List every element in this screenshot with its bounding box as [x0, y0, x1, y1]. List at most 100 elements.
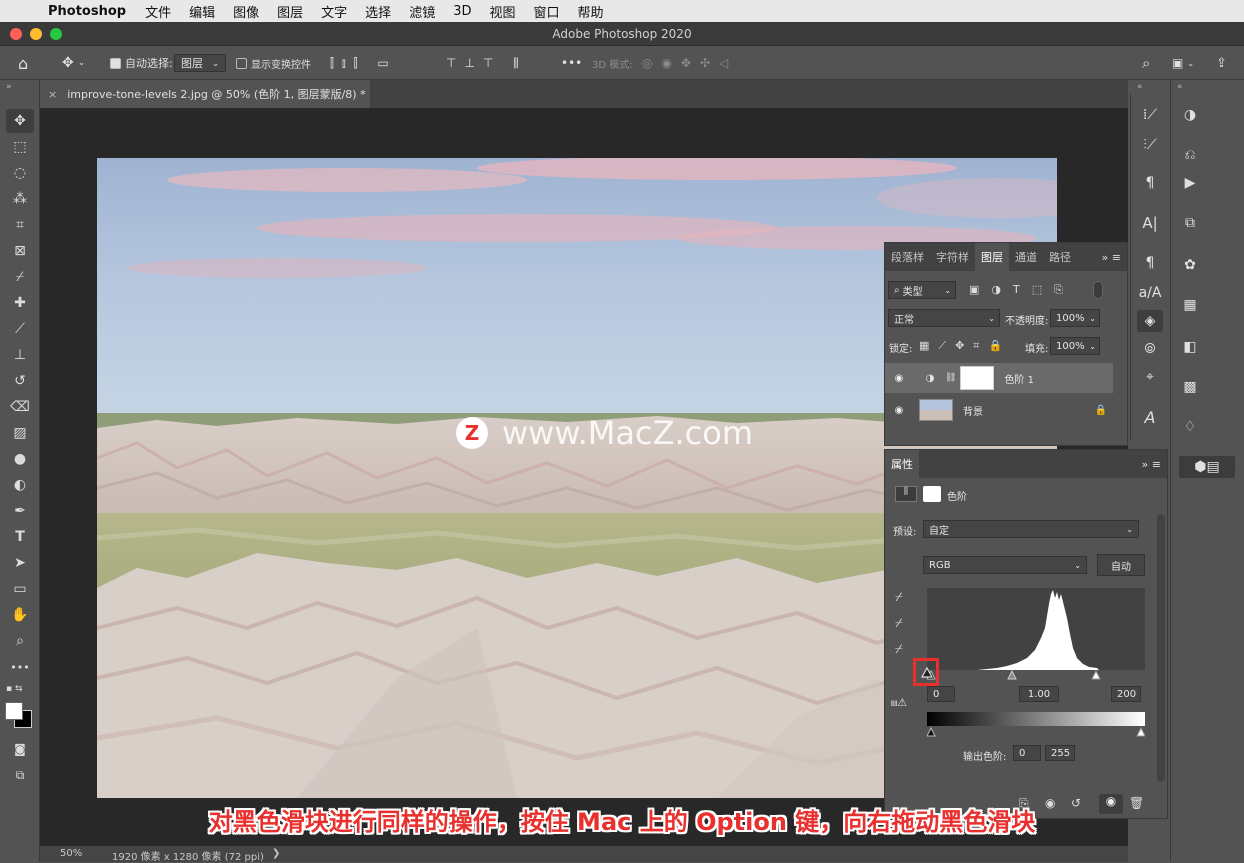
menu-filter[interactable]: 滤镜 [409, 2, 435, 21]
layer-row-background[interactable]: ◉ 背景 🔒 [885, 395, 1113, 425]
layer-filter-dropdown[interactable]: ⌕ 类型 ⌄ [888, 281, 956, 299]
tab-properties[interactable]: 属性 [885, 450, 919, 478]
marquee-tool-icon[interactable]: ⬚ [6, 135, 34, 159]
color-panel-icon[interactable]: ✿ [1177, 254, 1203, 276]
black-point-eyedropper-icon[interactable]: ⌿ [895, 590, 903, 605]
panel-menu-icon[interactable]: » ≡ [1142, 458, 1161, 471]
output-black-field[interactable]: 0 [1013, 745, 1041, 761]
tab-paragraph-styles[interactable]: 段落样 [885, 243, 930, 271]
learn-panel-icon[interactable]: ⧉ [1177, 212, 1203, 234]
menu-help[interactable]: 帮助 [578, 2, 604, 21]
blur-tool-icon[interactable]: ● [6, 447, 34, 471]
zoom-tool-icon[interactable]: ⌕ [6, 629, 34, 653]
hand-tool-icon[interactable]: ✋ [6, 603, 34, 627]
menu-edit[interactable]: 编辑 [189, 2, 215, 21]
menu-select[interactable]: 选择 [365, 2, 391, 21]
history-panel-icon[interactable]: ⎌ [1177, 144, 1203, 166]
calculate-histogram-icon[interactable]: ⩏⚠ [891, 696, 907, 710]
visibility-eye-icon[interactable]: ◉ [885, 373, 913, 384]
align-icons[interactable]: ⫿⫾⫿ ▭ [330, 54, 397, 72]
actions-panel-icon[interactable]: ▶ [1177, 172, 1203, 194]
quick-mask-icon[interactable]: ◙ [6, 737, 34, 761]
layer-mask-thumbnail[interactable] [960, 366, 995, 390]
blend-mode-dropdown[interactable]: 正常 ⌄ [888, 309, 1000, 327]
crop-tool-icon[interactable]: ⌗ [6, 213, 34, 237]
magic-wand-tool-icon[interactable]: ⁂ [6, 187, 34, 211]
layer-filter-icons[interactable]: ▣◑T⬚⎘ [969, 283, 1075, 297]
brush-settings-icon[interactable]: ⫶⟋ [1137, 134, 1163, 156]
move-tool-icon[interactable]: ✥ [6, 109, 34, 133]
healing-brush-tool-icon[interactable]: ✚ [6, 291, 34, 315]
menu-image[interactable]: 图像 [233, 2, 259, 21]
collapse-dock-icon[interactable]: « [1177, 82, 1183, 92]
zoom-level[interactable]: 50% [60, 848, 82, 859]
auto-select-dropdown[interactable]: 图层 ⌄ [174, 54, 226, 72]
lock-icons[interactable]: ▦⟋✥⌗🔒 [919, 339, 1011, 353]
levels-adjustment-icon[interactable]: ⫼ [895, 486, 917, 502]
clone-stamp-tool-icon[interactable]: ⊥ [6, 343, 34, 367]
collapse-toolbar-icon[interactable]: » [6, 82, 12, 92]
show-transform-checkbox[interactable] [236, 57, 247, 69]
more-options-icon[interactable]: ••• [561, 54, 582, 72]
libraries-panel-icon[interactable]: ♢ [1177, 416, 1203, 438]
paths-panel-icon[interactable]: ⌖ [1137, 366, 1163, 388]
document-tab[interactable]: × improve-tone-levels 2.jpg @ 50% (色阶 1,… [40, 80, 370, 108]
path-selection-tool-icon[interactable]: ➤ [6, 551, 34, 575]
gray-point-eyedropper-icon[interactable]: ⌿ [895, 616, 903, 631]
share-icon[interactable]: ⇪ [1216, 54, 1227, 72]
tab-channels[interactable]: 通道 [1009, 243, 1043, 271]
opacity-input[interactable]: 100% ⌄ [1050, 309, 1100, 327]
lasso-tool-icon[interactable]: ◌ [6, 161, 34, 185]
properties-panel-icon[interactable]: ⬢▤ [1179, 456, 1235, 478]
rectangle-tool-icon[interactable]: ▭ [6, 577, 34, 601]
swatches-panel-icon[interactable]: ▦ [1177, 294, 1203, 316]
properties-scrollbar[interactable] [1157, 514, 1165, 782]
input-black-field[interactable]: 0 [927, 686, 955, 702]
tab-paths[interactable]: 路径 [1043, 243, 1077, 271]
adjustments-panel-icon[interactable]: ◑ [1177, 104, 1203, 126]
menu-view[interactable]: 视图 [489, 2, 515, 21]
workspace-icon[interactable]: ▣ ⌄ [1172, 54, 1194, 72]
menu-layer[interactable]: 图层 [277, 2, 303, 21]
patterns-panel-icon[interactable]: ▩ [1177, 376, 1203, 398]
app-menu[interactable]: Photoshop [48, 4, 126, 19]
visibility-eye-icon[interactable]: ◉ [885, 405, 913, 416]
fill-input[interactable]: 100% ⌄ [1050, 337, 1100, 355]
input-white-field[interactable]: 200 [1111, 686, 1141, 702]
move-tool-preset-icon[interactable]: ✥ ⌄ [62, 54, 85, 72]
panel-menu-icon[interactable]: » ≡ [1102, 251, 1121, 264]
paragraph-panel-icon[interactable]: ¶ [1137, 172, 1163, 194]
channels-panel-icon[interactable]: ⦾ [1137, 338, 1163, 360]
eraser-tool-icon[interactable]: ⌫ [6, 395, 34, 419]
filter-toggle[interactable] [1093, 281, 1103, 299]
input-gamma-field[interactable]: 1.00 [1019, 686, 1059, 702]
layer-row-levels[interactable]: ◉ ◑ ⛓ 色阶 1 [885, 363, 1113, 393]
close-tab-icon[interactable]: × [48, 88, 57, 101]
preset-dropdown[interactable]: 自定 ⌄ [923, 520, 1139, 538]
glyphs-panel-icon[interactable]: A [1137, 406, 1163, 428]
edit-toolbar-icon[interactable]: ••• [6, 655, 34, 679]
output-white-field[interactable]: 255 [1045, 745, 1075, 761]
brush-tool-icon[interactable]: ⟋ [6, 317, 34, 341]
screen-mode-icon[interactable]: ⧉ [6, 763, 34, 787]
character-styles-icon[interactable]: a/A [1137, 282, 1163, 304]
auto-button[interactable]: 自动 [1097, 554, 1145, 576]
default-colors-icon[interactable]: ▪ ⇆ [6, 684, 23, 694]
white-point-eyedropper-icon[interactable]: ⌿ [895, 642, 903, 657]
foreground-color-swatch[interactable] [5, 702, 23, 720]
gradients-panel-icon[interactable]: ◧ [1177, 336, 1203, 358]
search-icon[interactable]: ⌕ [1142, 54, 1150, 72]
black-input-slider[interactable] [920, 666, 934, 678]
distribute-icons[interactable]: ⊤⊥⊤ ⫼ [446, 54, 527, 72]
tab-layers[interactable]: 图层 [975, 243, 1009, 271]
tab-character-styles[interactable]: 字符样 [930, 243, 975, 271]
type-tool-icon[interactable]: T [6, 525, 34, 549]
collapse-strip-icon[interactable]: « [1137, 82, 1143, 92]
gradient-tool-icon[interactable]: ▨ [6, 421, 34, 445]
layers-panel-icon[interactable]: ◈ [1137, 310, 1163, 332]
pen-tool-icon[interactable]: ✒ [6, 499, 34, 523]
brushes-panel-icon[interactable]: ⁞⟋ [1137, 104, 1163, 126]
dodge-tool-icon[interactable]: ◐ [6, 473, 34, 497]
menu-3d[interactable]: 3D [453, 4, 471, 19]
character-panel-icon[interactable]: A| [1137, 212, 1163, 234]
